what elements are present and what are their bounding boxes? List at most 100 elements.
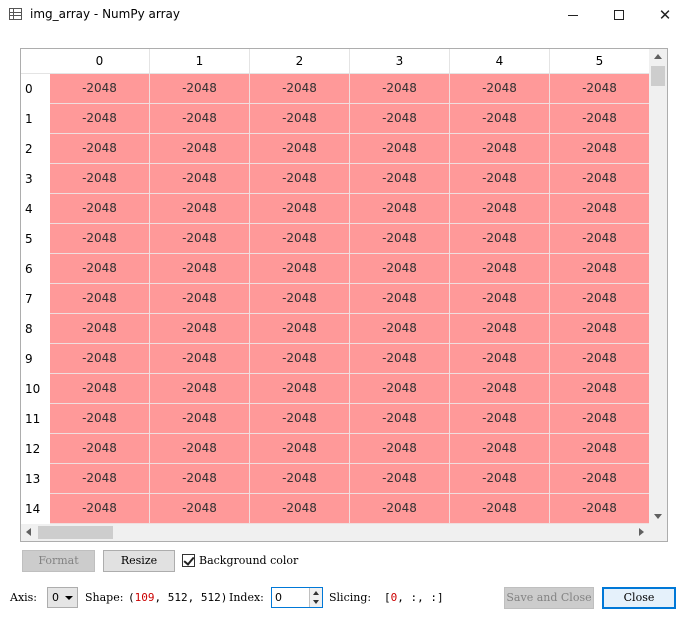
axis-select[interactable]: 0: [47, 587, 78, 608]
row-header-cell[interactable]: 11: [21, 404, 50, 434]
scroll-up-icon[interactable]: [654, 54, 662, 59]
table-cell[interactable]: -2048: [150, 74, 250, 104]
table-cell[interactable]: -2048: [50, 194, 150, 224]
table-cell[interactable]: -2048: [350, 134, 450, 164]
column-header-cell[interactable]: 5: [550, 49, 650, 74]
table-cell[interactable]: -2048: [550, 464, 650, 494]
table-cell[interactable]: -2048: [450, 104, 550, 134]
table-cell[interactable]: -2048: [250, 224, 350, 254]
table-cell[interactable]: -2048: [150, 464, 250, 494]
table-cell[interactable]: -2048: [450, 134, 550, 164]
table-cell[interactable]: -2048: [250, 254, 350, 284]
table-cell[interactable]: -2048: [450, 284, 550, 314]
table-cell[interactable]: -2048: [250, 344, 350, 374]
table-cell[interactable]: -2048: [350, 344, 450, 374]
row-header-cell[interactable]: 5: [21, 224, 50, 254]
table-cell[interactable]: -2048: [250, 104, 350, 134]
resize-button[interactable]: Resize: [103, 550, 175, 572]
table-cell[interactable]: -2048: [450, 404, 550, 434]
scroll-left-icon[interactable]: [26, 528, 31, 536]
table-cell[interactable]: -2048: [50, 434, 150, 464]
minimize-button[interactable]: [550, 0, 596, 30]
table-cell[interactable]: -2048: [250, 134, 350, 164]
table-cell[interactable]: -2048: [450, 194, 550, 224]
scroll-down-icon[interactable]: [654, 514, 662, 519]
table-cell[interactable]: -2048: [350, 494, 450, 524]
table-cell[interactable]: -2048: [50, 494, 150, 524]
table-cell[interactable]: -2048: [450, 74, 550, 104]
table-cell[interactable]: -2048: [50, 404, 150, 434]
column-header-cell[interactable]: 2: [250, 49, 350, 74]
format-button[interactable]: Format: [22, 550, 95, 572]
table-cell[interactable]: -2048: [50, 104, 150, 134]
table-cell[interactable]: -2048: [550, 434, 650, 464]
close-button[interactable]: Close: [602, 587, 676, 609]
table-cell[interactable]: -2048: [350, 464, 450, 494]
row-header-cell[interactable]: 13: [21, 464, 50, 494]
column-header-cell[interactable]: 3: [350, 49, 450, 74]
row-header-cell[interactable]: 3: [21, 164, 50, 194]
row-header-cell[interactable]: 0: [21, 74, 50, 104]
table-cell[interactable]: -2048: [450, 314, 550, 344]
table-cell[interactable]: -2048: [450, 494, 550, 524]
index-spin-buttons[interactable]: [309, 588, 322, 607]
row-header-cell[interactable]: 2: [21, 134, 50, 164]
table-cell[interactable]: -2048: [250, 74, 350, 104]
table-cell[interactable]: -2048: [150, 434, 250, 464]
table-cell[interactable]: -2048: [450, 344, 550, 374]
row-header-cell[interactable]: 8: [21, 314, 50, 344]
table-cell[interactable]: -2048: [50, 254, 150, 284]
table-cell[interactable]: -2048: [50, 74, 150, 104]
table-cell[interactable]: -2048: [550, 164, 650, 194]
scroll-right-icon[interactable]: [639, 528, 644, 536]
cell-grid[interactable]: -2048 -2048 -2048 -2048 -2048 -2048 -2048 -2048…: [50, 74, 650, 524]
table-cell[interactable]: -2048: [550, 344, 650, 374]
table-cell[interactable]: -2048: [550, 224, 650, 254]
table-cell[interactable]: -2048: [350, 434, 450, 464]
row-header-cell[interactable]: 6: [21, 254, 50, 284]
horizontal-scroll-thumb[interactable]: [38, 526, 113, 539]
table-cell[interactable]: -2048: [50, 344, 150, 374]
spin-down-icon[interactable]: [313, 600, 319, 604]
table-cell[interactable]: -2048: [250, 314, 350, 344]
table-cell[interactable]: -2048: [250, 164, 350, 194]
table-cell[interactable]: -2048: [550, 374, 650, 404]
array-table[interactable]: 012345 0 1 2 3 4 5 6 7 8 9 10 11 12 13 14 -2048 -2048 -2…: [20, 48, 668, 542]
table-cell[interactable]: -2048: [450, 464, 550, 494]
table-cell[interactable]: -2048: [150, 494, 250, 524]
table-cell[interactable]: -2048: [150, 134, 250, 164]
table-cell[interactable]: -2048: [150, 224, 250, 254]
table-cell[interactable]: -2048: [150, 344, 250, 374]
spin-up-icon[interactable]: [313, 591, 319, 595]
table-cell[interactable]: -2048: [350, 374, 450, 404]
table-cell[interactable]: -2048: [150, 314, 250, 344]
horizontal-scrollbar[interactable]: [21, 524, 649, 541]
table-cell[interactable]: -2048: [450, 374, 550, 404]
row-header-cell[interactable]: 1: [21, 104, 50, 134]
close-window-button[interactable]: ✕: [642, 0, 688, 30]
table-cell[interactable]: -2048: [450, 254, 550, 284]
checkbox-checked-icon[interactable]: [182, 553, 195, 567]
table-cell[interactable]: -2048: [150, 104, 250, 134]
row-header-cell[interactable]: 10: [21, 374, 50, 404]
table-cell[interactable]: -2048: [150, 164, 250, 194]
table-cell[interactable]: -2048: [250, 374, 350, 404]
table-cell[interactable]: -2048: [50, 164, 150, 194]
row-header-cell[interactable]: 14: [21, 494, 50, 524]
table-cell[interactable]: -2048: [350, 104, 450, 134]
table-cell[interactable]: -2048: [150, 254, 250, 284]
table-cell[interactable]: -2048: [350, 314, 450, 344]
background-color-toggle[interactable]: Background color: [182, 552, 298, 568]
table-cell[interactable]: -2048: [550, 104, 650, 134]
table-cell[interactable]: -2048: [250, 434, 350, 464]
column-header-cell[interactable]: 0: [50, 49, 150, 74]
table-cell[interactable]: -2048: [50, 374, 150, 404]
save-and-close-button[interactable]: Save and Close: [504, 587, 594, 609]
index-spinbox[interactable]: 0: [271, 587, 323, 608]
table-cell[interactable]: -2048: [50, 134, 150, 164]
vertical-scrollbar[interactable]: [649, 49, 667, 524]
table-cell[interactable]: -2048: [250, 494, 350, 524]
row-header-cell[interactable]: 12: [21, 434, 50, 464]
table-cell[interactable]: -2048: [50, 464, 150, 494]
table-cell[interactable]: -2048: [550, 314, 650, 344]
